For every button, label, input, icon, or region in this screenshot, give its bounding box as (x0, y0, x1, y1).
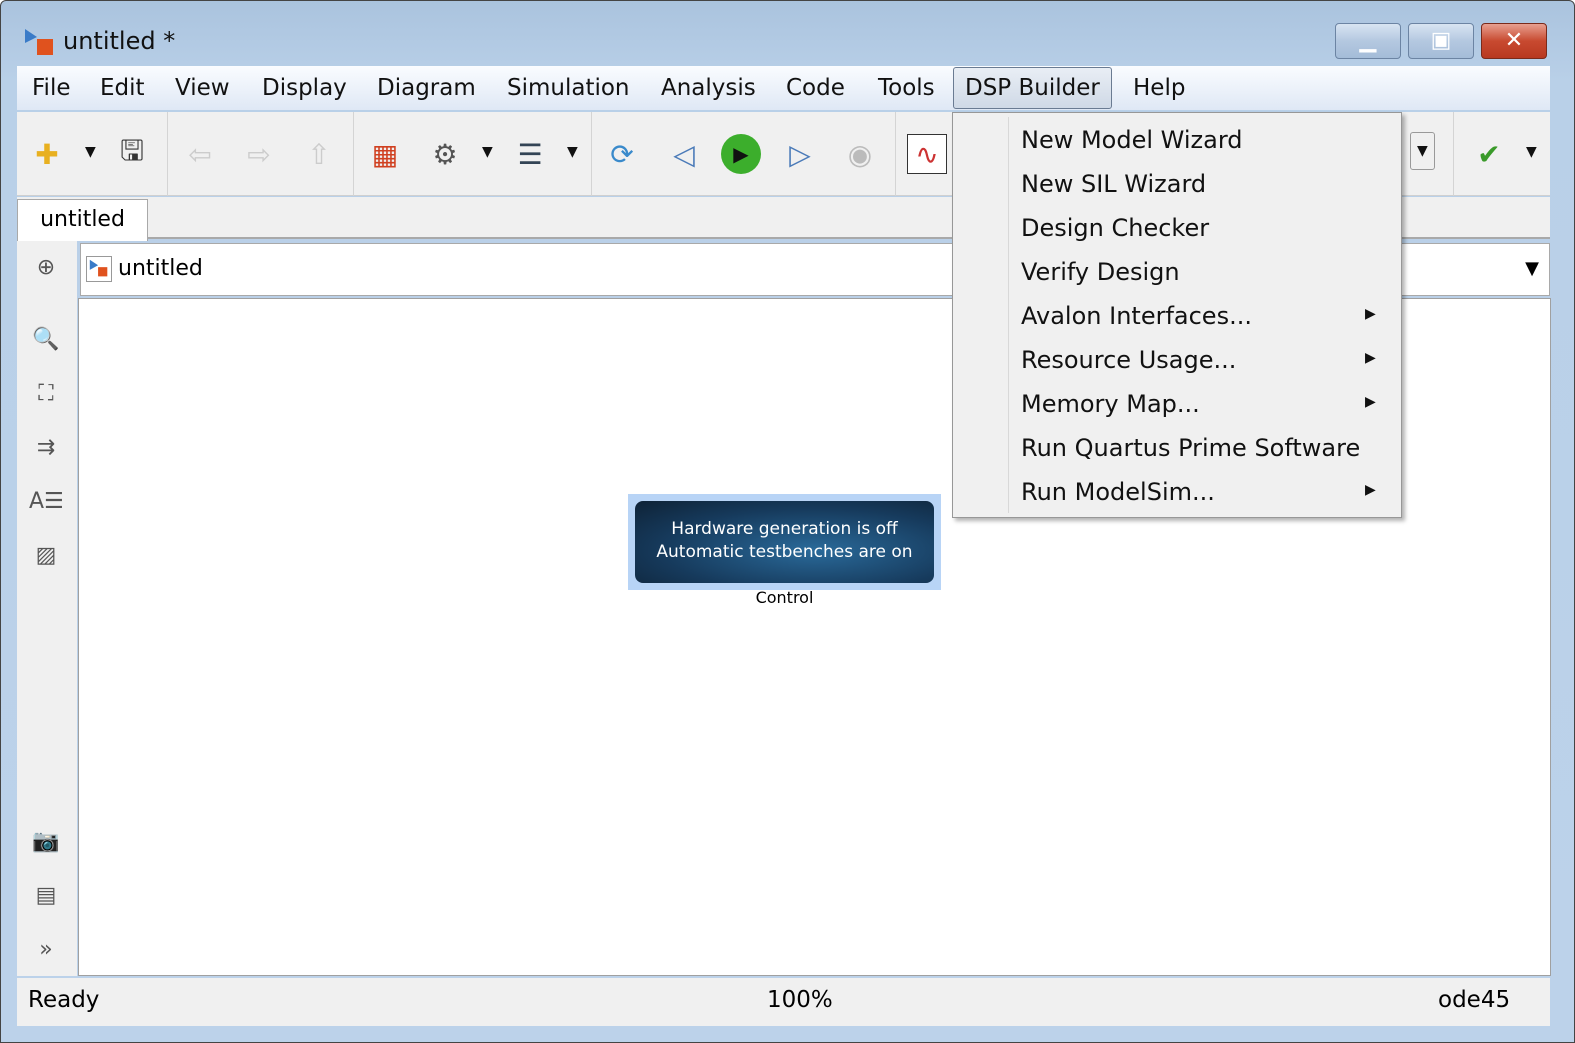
menu-tools[interactable]: Tools (868, 72, 945, 104)
back-icon[interactable]: ⇦ (180, 134, 220, 174)
menubar: File Edit View Display Diagram Simulatio… (17, 66, 1550, 110)
minimize-button[interactable]: ▁ (1335, 23, 1401, 59)
menu-item-label: Avalon Interfaces... (1021, 302, 1252, 330)
menu-item-resource-usage[interactable]: Resource Usage... ▶ (957, 340, 1397, 382)
stop-icon[interactable]: ◉ (840, 134, 880, 174)
block-label: Control (755, 588, 814, 607)
solver-name[interactable]: ode45 (1438, 987, 1510, 1013)
new-dropdown-icon[interactable]: ▼ (85, 144, 96, 160)
close-button[interactable]: ✕ (1481, 23, 1547, 59)
model-browser-icon[interactable]: ▤ (29, 879, 63, 913)
menu-view[interactable]: View (165, 72, 240, 104)
menu-item-verify-design[interactable]: Verify Design (957, 252, 1397, 294)
more-icon[interactable]: » (29, 933, 63, 967)
step-forward-icon[interactable]: ▷ (780, 134, 820, 174)
menu-display[interactable]: Display (252, 72, 357, 104)
menu-dsp-builder[interactable]: DSP Builder (953, 67, 1112, 109)
settings-dropdown-icon[interactable]: ▼ (482, 144, 493, 160)
menu-item-label: Verify Design (1021, 258, 1180, 286)
submenu-arrow-icon: ▶ (1365, 306, 1376, 322)
window-title: untitled * (63, 27, 176, 55)
run-icon[interactable]: ▶ (721, 134, 761, 174)
model-explorer-icon[interactable]: ☰ (510, 134, 550, 174)
maximize-button[interactable]: ▣ (1408, 23, 1474, 59)
settings-gear-icon[interactable]: ⚙ (425, 134, 465, 174)
menu-item-memory-map[interactable]: Memory Map... ▶ (957, 384, 1397, 426)
save-icon[interactable]: 🖫 (112, 134, 152, 174)
menu-item-label: New SIL Wizard (1021, 170, 1207, 198)
address-dropdown-icon[interactable]: ▼ (1525, 258, 1539, 279)
model-icon (86, 256, 112, 282)
control-block[interactable]: Hardware generation is off Automatic tes… (628, 494, 941, 590)
submenu-arrow-icon: ▶ (1365, 394, 1376, 410)
palette-toolbar: ⊕ 🔍 ⛶ ⇉ A☰ ▨ 📷 ▤ » (17, 241, 77, 976)
menu-edit[interactable]: Edit (90, 72, 155, 104)
block-text-line1: Hardware generation is off (671, 519, 898, 539)
step-back-icon[interactable]: ◁ (664, 134, 704, 174)
menu-diagram[interactable]: Diagram (367, 72, 486, 104)
annotation-icon[interactable]: A☰ (29, 485, 64, 519)
menu-item-avalon-interfaces[interactable]: Avalon Interfaces... ▶ (957, 296, 1397, 338)
update-diagram-icon[interactable]: ⟳ (602, 134, 642, 174)
submenu-arrow-icon: ▶ (1365, 350, 1376, 366)
library-browser-icon[interactable]: ▦ (365, 134, 405, 174)
menu-item-label: Run ModelSim... (1021, 478, 1215, 506)
menu-item-label: Memory Map... (1021, 390, 1200, 418)
menu-item-label: Resource Usage... (1021, 346, 1237, 374)
camera-icon[interactable]: 📷 (29, 825, 63, 859)
menu-code[interactable]: Code (776, 72, 855, 104)
menu-item-new-model-wizard[interactable]: New Model Wizard (957, 120, 1397, 162)
forward-icon[interactable]: ⇨ (239, 134, 279, 174)
tab-untitled[interactable]: untitled (17, 199, 148, 241)
menu-item-run-modelsim[interactable]: Run ModelSim... ▶ (957, 472, 1397, 514)
new-model-icon[interactable]: ✚ (27, 134, 67, 174)
explorer-dropdown-icon[interactable]: ▼ (567, 144, 578, 160)
breadcrumb-untitled[interactable]: untitled (118, 256, 203, 281)
scope-icon[interactable]: ∿ (907, 134, 947, 174)
menu-help[interactable]: Help (1123, 72, 1195, 104)
fit-to-view-icon[interactable]: ⛶ (29, 377, 63, 411)
menu-file[interactable]: File (22, 72, 81, 104)
submenu-arrow-icon: ▶ (1365, 482, 1376, 498)
sim-mode-dropdown-icon[interactable]: ▼ (1410, 132, 1435, 170)
menu-simulation[interactable]: Simulation (497, 72, 640, 104)
status-bar: Ready 100% ode45 (17, 978, 1550, 1026)
menu-analysis[interactable]: Analysis (651, 72, 766, 104)
menu-item-label: Design Checker (1021, 214, 1210, 242)
block-text-line2: Automatic testbenches are on (656, 542, 913, 562)
menu-item-new-sil-wizard[interactable]: New SIL Wizard (957, 164, 1397, 206)
menu-item-label: New Model Wizard (1021, 126, 1243, 154)
hide-explorer-icon[interactable]: ⊕ (29, 251, 63, 285)
zoom-level: 100% (767, 987, 833, 1013)
simulink-app-icon (25, 29, 53, 55)
model-advisor-check-icon[interactable]: ✔ (1469, 134, 1509, 174)
signal-arrow-icon[interactable]: ⇉ (29, 431, 63, 465)
up-icon[interactable]: ⇧ (299, 134, 339, 174)
menu-item-label: Run Quartus Prime Software (1021, 434, 1361, 462)
menu-item-design-checker[interactable]: Design Checker (957, 208, 1397, 250)
menu-item-run-quartus-prime-software[interactable]: Run Quartus Prime Software (957, 428, 1397, 470)
status-text: Ready (28, 987, 100, 1013)
dsp-builder-menu: New Model Wizard New SIL Wizard Design Che… (952, 112, 1402, 518)
zoom-in-icon[interactable]: 🔍 (29, 323, 63, 357)
image-icon[interactable]: ▨ (29, 539, 63, 573)
advisor-dropdown-icon[interactable]: ▼ (1526, 144, 1537, 160)
